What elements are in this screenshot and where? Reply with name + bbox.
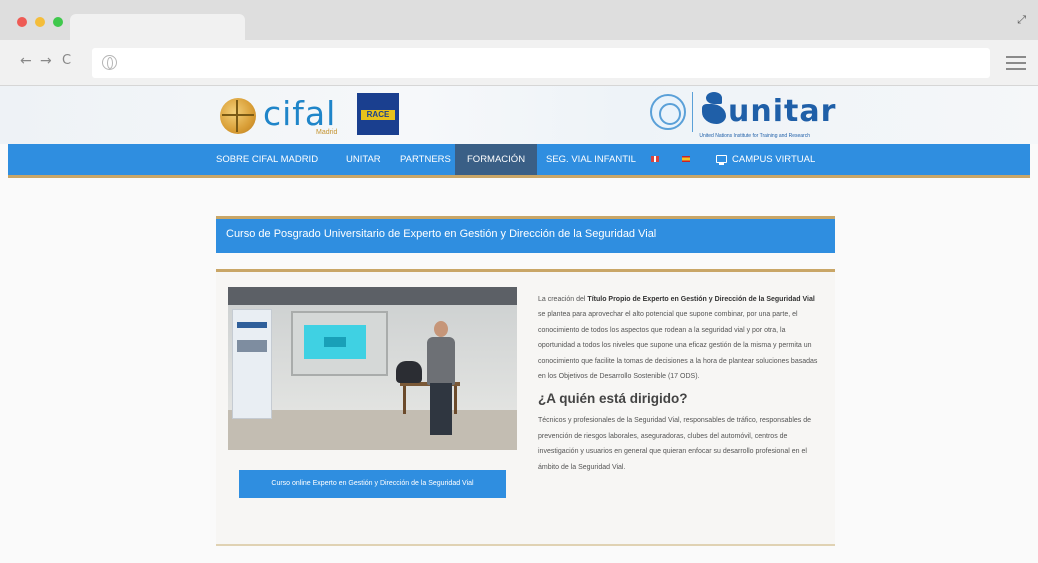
fullscreen-icon[interactable]: ⤢ [1017, 13, 1026, 27]
spanish-flag-icon[interactable] [682, 156, 690, 162]
address-bar[interactable] [92, 48, 990, 78]
unitar-bird-icon [700, 90, 728, 130]
browser-tab[interactable] [70, 14, 245, 40]
online-course-button[interactable]: Curso online Experto en Gestión y Direcc… [239, 470, 506, 498]
reload-button[interactable]: C [62, 53, 71, 69]
course-name-bold: Título Propio de Experto en Gestión y Di… [587, 296, 815, 303]
nav-item-campus-virtual[interactable]: CAMPUS VIRTUAL [732, 144, 815, 175]
unitar-wordmark[interactable]: unitar [728, 94, 836, 129]
main-navigation: SOBRE CIFAL MADRID UNITAR PARTNERS FORMA… [8, 144, 1030, 178]
video-presenter [427, 337, 455, 385]
page-title: Curso de Posgrado Universitario de Exper… [226, 228, 657, 240]
hamburger-menu-icon[interactable] [1006, 56, 1026, 70]
unitar-subtitle: United Nations Institute for Training an… [699, 133, 810, 139]
audience-paragraph: Técnicos y profesionales de la Seguridad… [538, 417, 812, 471]
nav-item-sobre-cifal[interactable]: SOBRE CIFAL MADRID [216, 144, 318, 175]
cifal-logo[interactable]: cifal Madrid [220, 94, 340, 138]
maximize-window-button[interactable] [53, 17, 63, 27]
video-car-seat [396, 361, 422, 383]
nav-item-unitar[interactable]: UNITAR [346, 144, 381, 175]
logo-divider [692, 92, 693, 132]
cifal-city: Madrid [316, 129, 338, 136]
race-label: RACE [361, 110, 395, 120]
video-banner [232, 309, 272, 419]
website: cifal Madrid RACE unitar United Nations … [0, 86, 1038, 563]
video-whiteboard [291, 311, 388, 376]
browser-toolbar: ← → C [0, 40, 1038, 86]
nav-item-formacion[interactable]: FORMACIÓN [455, 144, 538, 175]
race-logo[interactable]: RACE [357, 93, 399, 135]
audience-heading: ¿A quién está dirigido? [538, 391, 688, 407]
globe-icon [102, 55, 117, 70]
monitor-icon [716, 155, 727, 165]
browser-titlebar: ⤢ [0, 0, 1038, 40]
back-button[interactable]: ← [20, 53, 32, 69]
close-window-button[interactable] [17, 17, 27, 27]
course-description: La creación del Título Propio de Experto… [538, 292, 820, 475]
forward-button[interactable]: → [40, 53, 52, 69]
english-flag-icon[interactable] [651, 156, 659, 162]
nav-item-seg-vial-infantil[interactable]: SEG. VIAL INFANTIL [546, 144, 636, 175]
minimize-window-button[interactable] [35, 17, 45, 27]
intro-paragraph: La creación del Título Propio de Experto… [538, 296, 818, 381]
cifal-wordmark: cifal [263, 94, 337, 133]
un-emblem-icon [650, 94, 686, 130]
course-video[interactable] [228, 287, 517, 450]
globe-logo-icon [220, 98, 256, 134]
site-header: cifal Madrid RACE unitar United Nations … [0, 86, 1038, 144]
page-title-bar: Curso de Posgrado Universitario de Exper… [216, 216, 835, 253]
course-card: Curso online Experto en Gestión y Direcc… [216, 269, 835, 546]
nav-item-partners[interactable]: PARTNERS [400, 144, 451, 175]
